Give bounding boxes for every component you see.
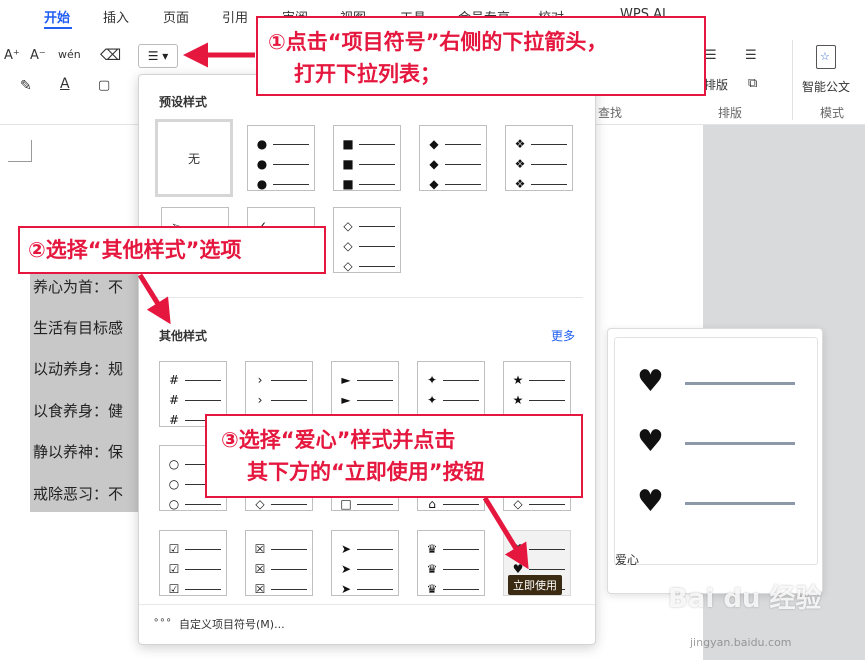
arrow-to-heart-style [482,496,529,570]
annotation-arrows [137,42,529,570]
baidu-watermark: Bai du 经验 [668,584,822,614]
arrow-to-other-styles [137,273,171,325]
baidu-watermark-url: jingyan.baidu.com [690,636,792,649]
